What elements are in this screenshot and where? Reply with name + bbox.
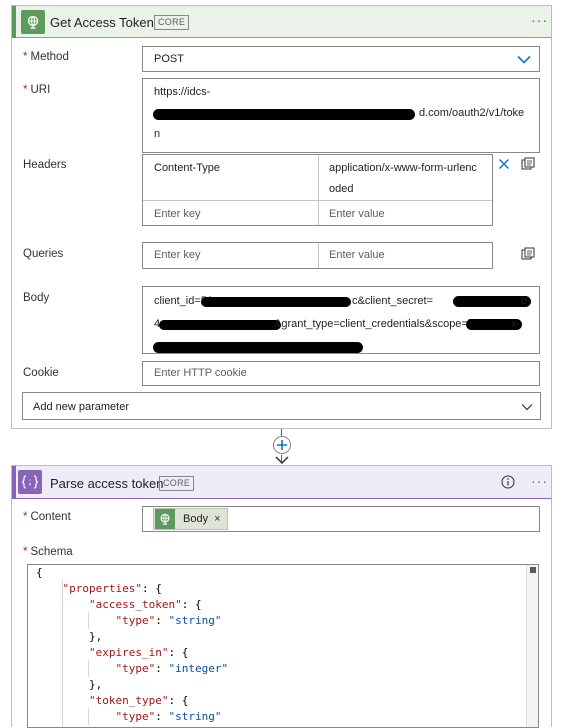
code-line: "access_token": { [88,598,202,611]
header-value-input[interactable]: Enter value [329,208,385,220]
redaction-mark [159,320,281,330]
query-key-input[interactable]: Enter key [154,249,200,261]
cookie-label: Cookie [23,367,59,379]
core-badge: CORE [159,476,195,491]
method-label: * Method [23,51,69,63]
uri-line-3: n [154,128,161,140]
uri-input[interactable]: https://idcs- d.com/oauth2/v1/toke n [142,78,540,153]
body-label: Body [23,292,50,304]
code-line: "type": "string" [115,710,222,723]
schema-label: * Schema [23,546,73,558]
uri-line-1: https://idcs- [154,86,211,98]
vertical-scrollbar[interactable] [526,565,538,727]
row-divider [143,200,492,201]
code-line: }, [36,678,103,691]
header-value-line-2[interactable]: oded [329,183,353,195]
body-line-2-end: x- [511,318,521,330]
method-value: POST [154,53,184,65]
insert-step-plus-icon[interactable] [272,435,292,455]
token-label: Body [183,513,209,525]
redaction-mark [153,342,363,353]
close-icon[interactable] [496,156,512,172]
code-line: "expires_in": { [88,646,189,659]
content-input[interactable]: Body × [142,506,540,532]
add-new-parameter-label: Add new parameter [33,401,129,413]
header-key-content-type[interactable]: Content-Type [154,162,220,174]
query-value-input[interactable]: Enter value [329,249,385,261]
more-options-icon[interactable]: ··· [531,474,548,488]
switch-to-text-mode-icon[interactable] [520,246,536,262]
action-title[interactable]: Get Access Token [50,15,154,30]
code-line: }, [36,630,103,643]
headers-table: Content-Type application/x-www-form-urle… [142,154,493,226]
cookie-placeholder: Enter HTTP cookie [154,367,247,379]
column-divider [318,243,319,268]
info-icon[interactable] [501,475,515,489]
parse-json-card: Parse access token CORE ··· * Content Bod… [11,465,552,728]
code-line: "properties": { [62,582,162,595]
queries-label: Queries [23,248,64,260]
redaction-mark [153,109,415,120]
http-action-header[interactable]: Get Access Token CORE ··· [12,6,551,38]
header-key-input[interactable]: Enter key [154,208,200,220]
switch-to-text-mode-icon[interactable] [520,156,536,172]
http-action-card: Get Access Token CORE ··· * Method POST *… [11,5,552,429]
headers-label: Headers [23,159,67,171]
body-input[interactable]: client_id=50 c&client_secret= b- 4 &gran… [142,286,540,354]
redaction-mark [453,296,531,307]
chevron-down-icon[interactable] [517,55,531,64]
parse-json-accent [12,466,16,499]
code-line: "type": "string" [115,614,222,627]
cookie-input[interactable]: Enter HTTP cookie [142,361,540,386]
chevron-down-icon[interactable] [521,403,533,411]
http-action-accent [12,6,16,38]
add-new-parameter-dropdown[interactable]: Add new parameter [22,392,541,420]
body-line-1-end: b- [521,295,531,307]
dynamic-content-token[interactable]: Body × [153,508,228,530]
arrow-down-icon [275,456,289,465]
column-divider [318,155,319,225]
token-remove-icon[interactable]: × [214,513,220,525]
queries-table: Enter key Enter value [142,242,493,269]
body-line-1-mid: c&client_secret= [352,295,434,307]
parse-json-header[interactable]: Parse access token CORE ··· [12,466,551,499]
code-line: { [36,566,43,579]
core-badge: CORE [154,15,190,30]
http-globe-icon [155,509,175,529]
scroll-marker [530,567,536,573]
body-line-2-mid: &grant_type=client_credentials&scope=h [274,318,474,330]
action-title[interactable]: Parse access token [50,476,163,491]
uri-line-2: d.com/oauth2/v1/toke [419,107,525,119]
parse-json-icon [18,470,42,494]
schema-editor[interactable]: { "properties": { "access_token": { "typ… [27,564,539,728]
code-line: "type": "integer" [115,662,229,675]
code-line: "token_type": { [88,694,189,707]
uri-label: * URI [23,84,51,96]
method-select[interactable]: POST [142,46,540,72]
redaction-mark [201,297,351,307]
content-label: * Content [23,511,71,523]
schema-code: { "properties": { "access_token": { "typ… [36,565,228,725]
http-globe-icon [21,10,45,34]
header-value-line-1[interactable]: application/x-www-form-urlenc [329,162,477,174]
more-options-icon[interactable]: ··· [531,13,548,27]
